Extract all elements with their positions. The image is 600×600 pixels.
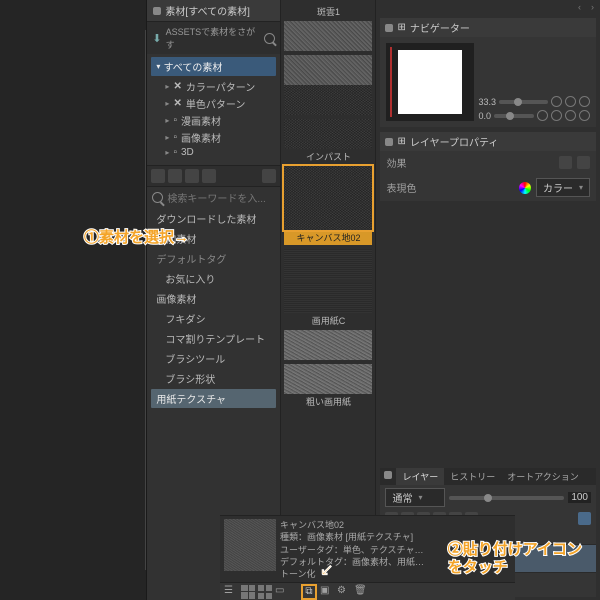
rotate-slider[interactable]	[494, 114, 534, 118]
detail-thumb	[224, 519, 276, 571]
rot-icon[interactable]	[537, 110, 548, 121]
tag-item[interactable]: フキダシ	[151, 309, 276, 328]
tree-all-materials[interactable]: すべての素材	[151, 57, 276, 76]
tab-history[interactable]: ヒストリー	[444, 468, 501, 485]
opacity-slider[interactable]	[449, 496, 564, 500]
material-panel: 素材[すべての素材] ⬇ ASSETSで素材をさがす すべての素材 ✕カラーパタ…	[147, 0, 281, 600]
material-toolbar	[147, 165, 280, 187]
effect-tone-icon[interactable]	[577, 156, 590, 169]
tree-item[interactable]: ▫漫画素材	[165, 112, 276, 129]
search-icon	[264, 33, 275, 44]
tree-item[interactable]: ✕カラーパターン	[165, 78, 276, 95]
tag-item[interactable]: ブラシ形状	[151, 369, 276, 388]
detail-kind: 種類：画像素材 [用紙テクスチャ]	[280, 531, 511, 543]
delete-material-icon[interactable]: 🗑	[354, 585, 368, 599]
material-thumb[interactable]	[284, 21, 372, 85]
tag-item[interactable]: 用紙テクスチャ	[151, 389, 276, 408]
opacity-value: 100	[568, 492, 591, 503]
material-detail: キャンバス地02 種類：画像素材 [用紙テクスチャ] ユーザータグ：単色、テクス…	[220, 515, 515, 582]
rotation-value: 0.0	[478, 111, 491, 121]
expression-label: 表現色	[386, 180, 416, 195]
layer-tabs: レイヤー ヒストリー オートアクション	[380, 468, 596, 485]
tb-icon[interactable]	[168, 169, 182, 183]
tree-item[interactable]: ▫3D	[165, 146, 276, 159]
tb-icon[interactable]	[151, 169, 165, 183]
canvas-area	[0, 0, 147, 600]
detail-deftag: デフォルトタグ：画像素材、用紙…	[280, 556, 511, 568]
panel-dot-icon	[385, 138, 393, 146]
panel-dot-icon	[153, 7, 161, 15]
tag-search[interactable]: 検索キーワードを入...	[147, 187, 280, 208]
right-column: ‹› ⊞ ナビゲーター 33.3 0.0	[376, 0, 600, 600]
material-tree: すべての素材 ✕カラーパターン✕単色パターン▫漫画素材▫画像素材▫3D	[147, 54, 280, 165]
layer-color-icon[interactable]	[578, 512, 591, 525]
assets-search-button[interactable]: ⬇ ASSETSで素材をさがす	[147, 22, 280, 54]
tag-item[interactable]: お気に入り	[151, 269, 276, 288]
zoom-in-icon[interactable]	[565, 96, 576, 107]
view-large-icon[interactable]	[258, 585, 272, 599]
detail-usertag: ユーザータグ：単色、テクスチャ…	[280, 544, 511, 556]
zoom-slider[interactable]	[499, 100, 548, 104]
layer-property-panel: ⊞ レイヤープロパティ 効果 表現色 カラー	[380, 132, 596, 201]
view-small-icon[interactable]	[241, 585, 255, 599]
tree-item[interactable]: ✕単色パターン	[165, 95, 276, 112]
material-thumb[interactable]	[284, 85, 372, 149]
navigator-panel: ⊞ ナビゲーター 33.3 0.0	[380, 18, 596, 127]
tab-autoaction[interactable]: オートアクション	[501, 468, 585, 485]
blend-mode-dropdown[interactable]: 通常	[385, 488, 445, 507]
tab-layer[interactable]: レイヤー	[396, 468, 444, 485]
navigator-header[interactable]: ⊞ ナビゲーター	[380, 18, 596, 37]
tag-list: ダウンロードした素材追加素材デフォルトタグお気に入り画像素材フキダシコマ割りテン…	[147, 208, 280, 413]
zoom-out-icon[interactable]	[551, 96, 562, 107]
tb-icon[interactable]	[202, 169, 216, 183]
view-list-icon[interactable]: ☰	[224, 585, 238, 599]
tag-item[interactable]: デフォルトタグ	[151, 249, 276, 268]
search-placeholder: 検索キーワードを入...	[167, 190, 265, 205]
paste-material-icon[interactable]: ⧉	[301, 584, 317, 600]
tag-item[interactable]: ダウンロードした素材	[151, 209, 276, 228]
rot-icon[interactable]	[565, 110, 576, 121]
search-icon	[152, 192, 163, 203]
thumbnail-column: 斑雲1インパストキャンバス地02画用紙C粗い画用紙	[281, 0, 376, 600]
zoom-value: 33.3	[478, 97, 496, 107]
tb-icon[interactable]	[185, 169, 199, 183]
assets-search-label: ASSETSで素材をさがす	[166, 25, 261, 51]
material-thumb[interactable]	[284, 166, 372, 230]
tag-item[interactable]: コマ割りテンプレート	[151, 329, 276, 348]
tag-item[interactable]: 追加素材	[151, 229, 276, 248]
material-panel-tab[interactable]: 素材[すべての素材]	[147, 0, 280, 22]
tree-item[interactable]: ▫画像素材	[165, 129, 276, 146]
material-thumb[interactable]	[284, 249, 372, 313]
view-detail-icon[interactable]: ▭	[275, 585, 289, 599]
rot-icon[interactable]	[551, 110, 562, 121]
material-prop-icon[interactable]: ⚙	[337, 585, 351, 599]
tag-item[interactable]: 画像素材	[151, 289, 276, 308]
rot-icon[interactable]	[579, 110, 590, 121]
tb-icon[interactable]	[262, 169, 276, 183]
color-wheel-icon	[519, 182, 531, 194]
detail-tone: トーン化	[280, 568, 511, 580]
expression-dropdown[interactable]: カラー	[536, 178, 590, 197]
cloud-down-icon: ⬇	[152, 32, 161, 45]
material-tab-label: 素材[すべての素材]	[165, 3, 249, 18]
navigator-preview[interactable]	[386, 43, 474, 121]
material-thumb[interactable]	[284, 330, 372, 394]
save-material-icon[interactable]: ▣	[320, 585, 334, 599]
material-bottom-toolbar: ☰ ▭ ⧉ ▣ ⚙ 🗑	[220, 582, 515, 600]
detail-name: キャンバス地02	[280, 519, 511, 531]
effect-border-icon[interactable]	[559, 156, 572, 169]
panel-dot-icon	[384, 471, 392, 479]
panel-dot-icon	[385, 24, 393, 32]
tag-item[interactable]: ブラシツール	[151, 349, 276, 368]
layerprop-header[interactable]: ⊞ レイヤープロパティ	[380, 132, 596, 151]
fit-icon[interactable]	[579, 96, 590, 107]
effect-label: 効果	[386, 155, 406, 170]
